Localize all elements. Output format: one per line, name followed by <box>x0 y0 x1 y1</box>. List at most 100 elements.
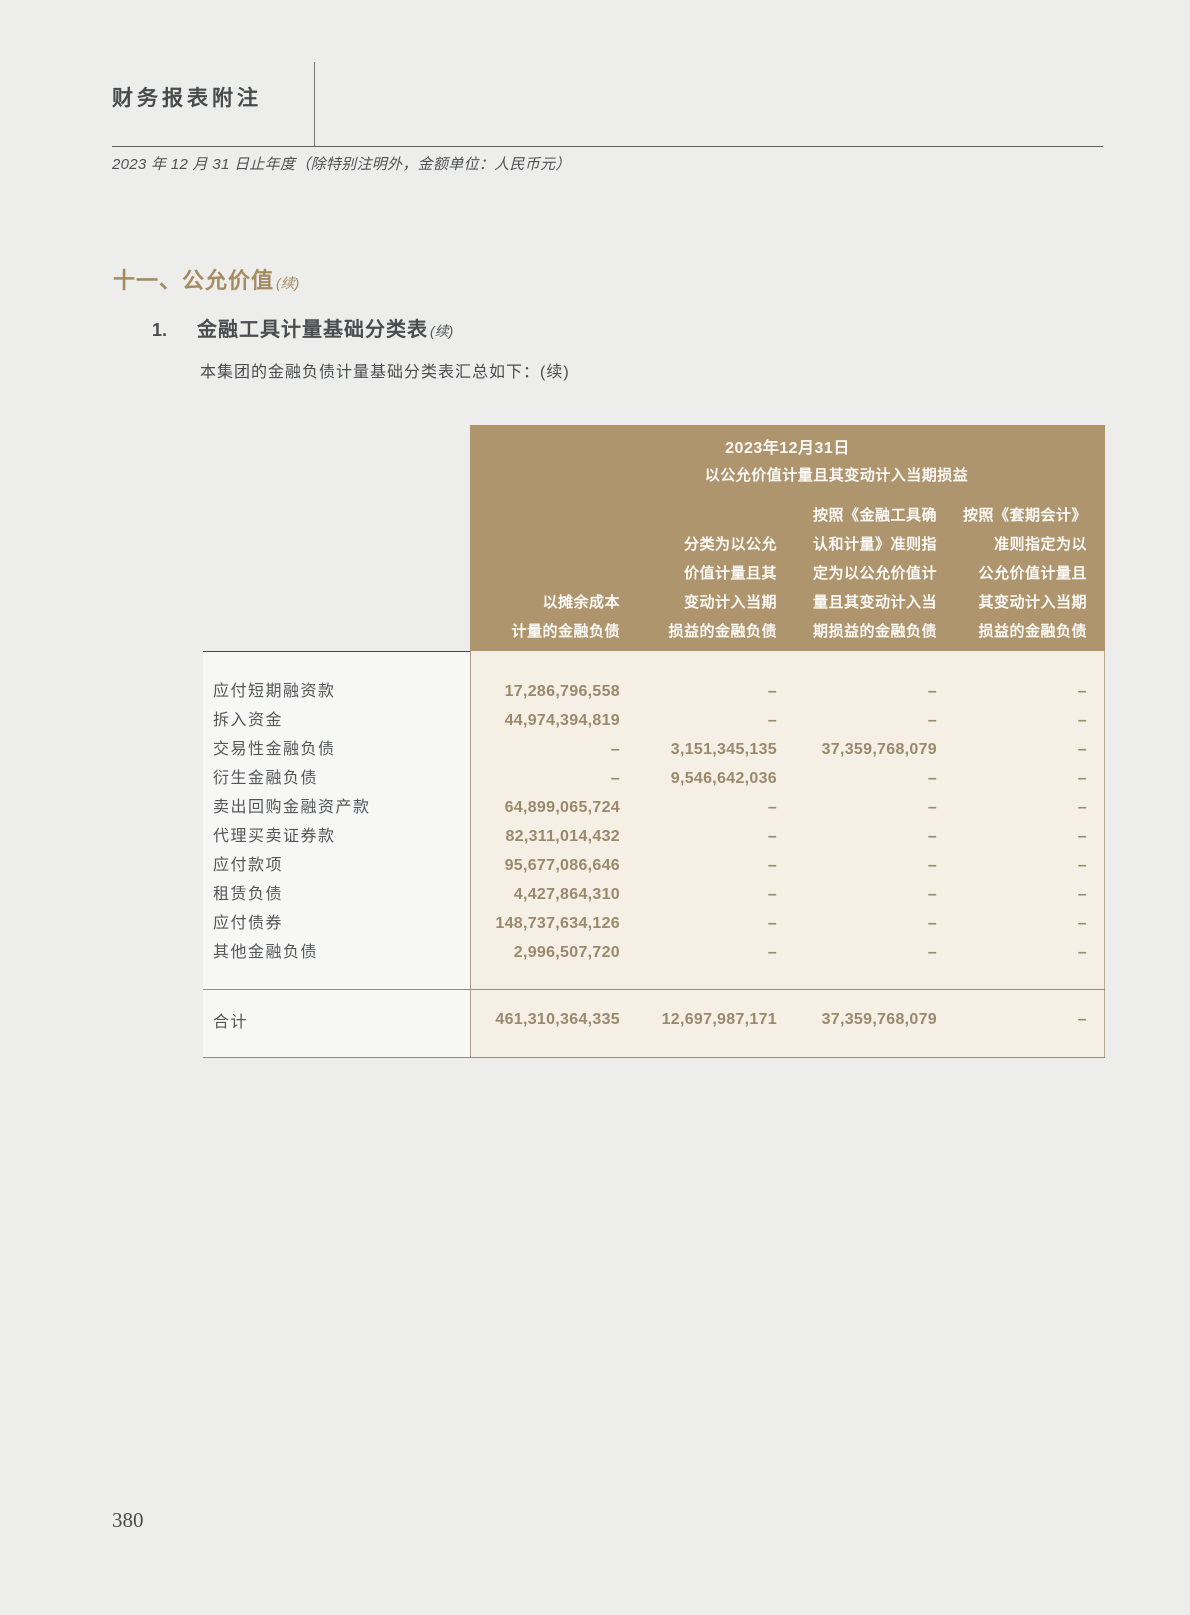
column-header-designated-fvtpl: 按照《金融工具确 认和计量》准则指 定为以公允价值计 量且其变动计入当 期损益的… <box>777 501 937 646</box>
row-label: 代理买卖证券款 <box>213 828 336 845</box>
table-row: 应付短期融资款 17,286,796,558 – – – <box>203 677 1105 706</box>
column-header-line: 公允价值计量且 <box>978 565 1087 582</box>
cell-value: 17,286,796,558 <box>504 683 620 700</box>
table-row: 拆入资金 44,974,394,819 – – – <box>203 706 1105 735</box>
table-row: 卖出回购金融资产款 64,899,065,724 – – – <box>203 793 1105 822</box>
column-header-line: 价值计量且其 <box>683 565 777 582</box>
column-headers: 以摊余成本 计量的金融负债 分类为以公允 价值计量且其 变动计入当期 损益的金融… <box>470 501 1105 651</box>
section-continued-tag: (续) <box>276 275 300 291</box>
header-horizontal-rule <box>112 146 1103 147</box>
section-title: 十一、公允价值 <box>113 268 275 293</box>
cell-value: – <box>767 944 777 961</box>
column-header-line: 定为以公允价值计 <box>812 565 937 582</box>
table-row: 应付款项 95,677,086,646 – – – <box>203 851 1105 880</box>
cell-value: – <box>927 683 937 700</box>
cell-value: – <box>1077 915 1087 932</box>
cell-value: – <box>1077 712 1087 729</box>
cell-value: 64,899,065,724 <box>504 799 620 816</box>
column-header-hedge-accounting: 按照《套期会计》 准则指定为以 公允价值计量且 其变动计入当期 损益的金融负债 <box>937 501 1105 646</box>
cell-value: – <box>927 886 937 903</box>
total-label: 合计 <box>213 1014 249 1031</box>
cell-value: 2,996,507,720 <box>513 944 620 961</box>
cell-value: – <box>927 712 937 729</box>
column-header-line: 按照《金融工具确 <box>812 507 937 524</box>
row-label: 其他金融负债 <box>213 944 319 961</box>
column-header-line: 按照《套期会计》 <box>962 507 1087 524</box>
cell-value: 44,974,394,819 <box>504 712 620 729</box>
table-header: 2023年12月31日 以公允价值计量且其变动计入当期损益 以摊余成本 计量的金… <box>470 425 1105 651</box>
row-label: 租赁负债 <box>213 886 284 903</box>
item-heading: 1. 金融工具计量基础分类表 (续) <box>152 313 453 342</box>
cell-value: – <box>610 741 620 758</box>
cell-value: – <box>1077 828 1087 845</box>
cell-value: 37,359,768,079 <box>821 741 937 758</box>
cell-value: 4,427,864,310 <box>513 886 620 903</box>
cell-value: – <box>1077 741 1087 758</box>
table-date-header: 2023年12月31日 <box>725 440 850 457</box>
cell-value: – <box>927 799 937 816</box>
total-value: 12,697,987,171 <box>661 1011 777 1028</box>
page-title: 财务报表附注 <box>112 87 262 110</box>
cell-value: – <box>1077 886 1087 903</box>
financial-liabilities-table: 2023年12月31日 以公允价值计量且其变动计入当期损益 以摊余成本 计量的金… <box>203 425 1105 1058</box>
cell-value: – <box>767 712 777 729</box>
cell-value: – <box>767 683 777 700</box>
total-value: – <box>1077 1011 1087 1028</box>
item-continued-tag: (续) <box>430 323 454 339</box>
cell-value: – <box>767 915 777 932</box>
column-header-line: 准则指定为以 <box>993 536 1087 553</box>
cell-value: – <box>927 915 937 932</box>
cell-value: – <box>1077 683 1087 700</box>
cell-value: – <box>927 857 937 874</box>
column-header-line: 计量的金融负债 <box>511 623 620 640</box>
total-row: 合计 461,310,364,335 12,697,987,171 37,359… <box>203 989 1105 1051</box>
header-vertical-divider <box>314 62 315 147</box>
item-number: 1. <box>152 320 168 340</box>
table-intro-text: 本集团的金融负债计量基础分类表汇总如下：(续) <box>200 364 570 381</box>
cell-value: – <box>927 944 937 961</box>
cell-value: – <box>1077 857 1087 874</box>
column-header-line: 损益的金融负债 <box>978 623 1087 640</box>
cell-value: – <box>767 799 777 816</box>
cell-value: 9,546,642,036 <box>670 770 777 787</box>
table-body: 应付短期融资款 17,286,796,558 – – – 拆入资金 44,974… <box>203 677 1105 967</box>
total-value: 461,310,364,335 <box>495 1011 620 1028</box>
cell-value: 82,311,014,432 <box>505 828 620 845</box>
column-header-line: 认和计量》准则指 <box>812 536 937 553</box>
cell-value: – <box>767 828 777 845</box>
section-heading: 十一、公允价值 (续) <box>113 263 299 295</box>
cell-value: 3,151,345,135 <box>670 741 777 758</box>
cell-value: – <box>1077 770 1087 787</box>
column-header-line: 损益的金融负债 <box>668 623 777 640</box>
row-label: 交易性金融负债 <box>213 741 336 758</box>
document-page: 财务报表附注 2023 年 12 月 31 日止年度（除特别注明外，金额单位：人… <box>0 0 1190 1615</box>
row-label: 应付债券 <box>213 915 284 932</box>
fvtpl-group-header: 以公允价值计量且其变动计入当期损益 <box>704 467 969 484</box>
column-header-line: 期损益的金融负债 <box>812 623 937 640</box>
cell-value: – <box>610 770 620 787</box>
cell-value: 148,737,634,126 <box>495 915 620 932</box>
column-header-line: 其变动计入当期 <box>978 594 1087 611</box>
table-row: 租赁负债 4,427,864,310 – – – <box>203 880 1105 909</box>
report-period: 2023 年 12 月 31 日止年度（除特别注明外，金额单位：人民币元） <box>112 156 571 173</box>
total-value: 37,359,768,079 <box>821 1011 937 1028</box>
table-row: 代理买卖证券款 82,311,014,432 – – – <box>203 822 1105 851</box>
column-header-line: 变动计入当期 <box>683 594 777 611</box>
row-label: 衍生金融负债 <box>213 770 319 787</box>
cell-value: – <box>1077 799 1087 816</box>
page-number: 380 <box>112 1508 144 1532</box>
table-row: 衍生金融负债 – 9,546,642,036 – – <box>203 764 1105 793</box>
cell-value: – <box>767 857 777 874</box>
cell-value: – <box>927 828 937 845</box>
table-row: 应付债券 148,737,634,126 – – – <box>203 909 1105 938</box>
column-header-classified-fvtpl: 分类为以公允 价值计量且其 变动计入当期 损益的金融负债 <box>620 530 777 646</box>
column-header-amortized-cost: 以摊余成本 计量的金融负债 <box>470 588 620 646</box>
cell-value: – <box>1077 944 1087 961</box>
cell-value: 95,677,086,646 <box>504 857 620 874</box>
cell-value: – <box>927 770 937 787</box>
column-header-line: 量且其变动计入当 <box>812 594 937 611</box>
table-row: 交易性金融负债 – 3,151,345,135 37,359,768,079 – <box>203 735 1105 764</box>
table-row: 其他金融负债 2,996,507,720 – – – <box>203 938 1105 967</box>
cell-value: – <box>767 886 777 903</box>
row-label: 应付款项 <box>213 857 284 874</box>
